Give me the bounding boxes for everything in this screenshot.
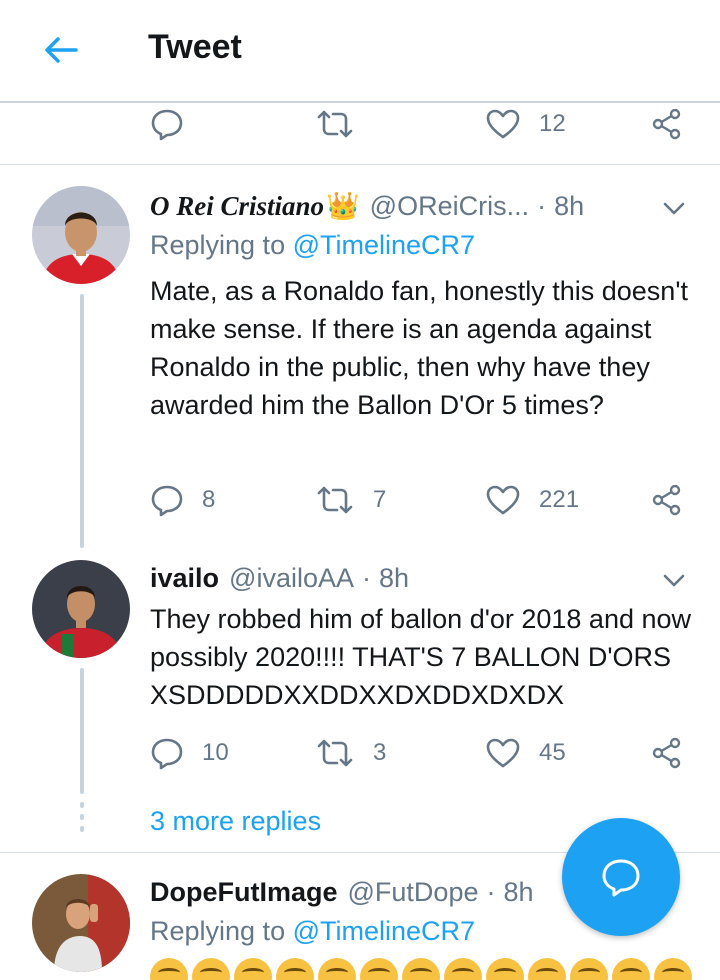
user-handle[interactable]: @OReiCris...	[370, 191, 529, 222]
chevron-down-icon	[663, 574, 685, 587]
heart-icon	[486, 109, 520, 139]
laughing-emoji	[234, 958, 272, 980]
replying-label: Replying to	[150, 230, 286, 260]
top-action-bar: 12	[150, 104, 690, 144]
emoji-row	[150, 958, 692, 980]
tweet-menu-button[interactable]	[660, 566, 688, 594]
share-button[interactable]	[650, 480, 684, 520]
share-icon	[652, 737, 681, 769]
tweet-header: ivailo @ivailoAA · 8h	[150, 558, 409, 598]
crown-emoji: 👑	[326, 191, 360, 221]
retweet-count: 7	[373, 486, 387, 513]
laughing-emoji	[150, 958, 188, 980]
laughing-emoji	[318, 958, 356, 980]
divider	[0, 164, 720, 165]
timestamp[interactable]: 8h	[379, 563, 409, 594]
reply-count: 8	[202, 486, 216, 513]
tweet-action-bar: 10 3 45	[150, 733, 690, 773]
compose-reply-button[interactable]	[562, 818, 680, 936]
share-icon	[652, 108, 681, 140]
laughing-emoji	[612, 958, 650, 980]
user-handle[interactable]: @ivailoAA	[229, 563, 354, 594]
replying-to-link[interactable]: @TimelineCR7	[293, 916, 475, 946]
separator-dot: ·	[537, 190, 547, 221]
heart-icon	[486, 485, 520, 515]
like-button[interactable]: 221	[485, 480, 579, 520]
more-replies-link[interactable]: 3 more replies	[150, 806, 321, 837]
retweet-icon	[317, 110, 353, 138]
avatar[interactable]	[32, 186, 130, 284]
retweet-icon	[317, 739, 353, 767]
display-name[interactable]: DopeFutImage	[150, 877, 338, 908]
heart-icon	[486, 738, 520, 768]
timestamp[interactable]: 8h	[554, 191, 584, 222]
separator-dot: ·	[362, 562, 371, 593]
reply-count: 10	[202, 739, 229, 766]
like-button[interactable]: 12	[485, 104, 566, 144]
retweet-button[interactable]	[315, 104, 355, 144]
tweet-action-bar: 8 7 221	[150, 480, 690, 520]
replying-to-link[interactable]: @TimelineCR7	[293, 230, 475, 260]
chevron-down-icon	[663, 202, 685, 215]
laughing-emoji	[444, 958, 482, 980]
reply-button[interactable]: 8	[150, 480, 215, 520]
laughing-emoji	[654, 958, 692, 980]
laughing-emoji	[402, 958, 440, 980]
like-count: 45	[539, 739, 566, 766]
replying-label: Replying to	[150, 916, 286, 946]
display-name[interactable]: ivailo	[150, 563, 219, 594]
reply-button[interactable]	[150, 104, 184, 144]
laughing-emoji	[486, 958, 524, 980]
reply-icon	[151, 485, 183, 517]
back-button[interactable]	[38, 30, 84, 70]
share-button[interactable]	[650, 733, 684, 773]
avatar[interactable]	[32, 560, 130, 658]
user-handle[interactable]: @FutDope	[348, 877, 479, 908]
retweet-button[interactable]: 7	[315, 480, 386, 520]
reply-icon	[151, 738, 183, 770]
reply-button[interactable]: 10	[150, 733, 229, 773]
laughing-emoji	[276, 958, 314, 980]
laughing-emoji	[192, 958, 230, 980]
retweet-count: 3	[373, 739, 387, 766]
replying-to: Replying to @TimelineCR7	[150, 230, 475, 261]
separator-dot: ·	[486, 876, 496, 907]
like-button[interactable]: 45	[485, 733, 566, 773]
laughing-emoji	[360, 958, 398, 980]
laughing-emoji	[570, 958, 608, 980]
back-arrow-icon	[45, 37, 78, 63]
share-icon	[652, 484, 681, 516]
header-divider	[0, 101, 720, 103]
avatar[interactable]	[32, 874, 130, 972]
replying-to: Replying to @TimelineCR7	[150, 916, 475, 947]
like-count: 12	[539, 110, 566, 137]
thread-dots	[80, 802, 84, 838]
thread-line	[80, 294, 84, 548]
page-title: Tweet	[148, 28, 242, 66]
reply-icon	[151, 109, 183, 141]
retweet-icon	[317, 486, 353, 514]
tweet-header: DopeFutImage @FutDope · 8h	[150, 872, 534, 912]
laughing-emoji	[528, 958, 566, 980]
timestamp[interactable]: 8h	[503, 877, 533, 908]
tweet-text: They robbed him of ballon d'or 2018 and …	[150, 604, 692, 710]
thread-line	[80, 668, 84, 794]
display-name[interactable]: O Rei Cristiano	[150, 191, 324, 222]
tweet-menu-button[interactable]	[660, 194, 688, 222]
tweet-header: O Rei Cristiano 👑 @OReiCris... · 8h	[150, 186, 584, 226]
tweet-text: Mate, as a Ronaldo fan, honestly this do…	[150, 276, 688, 420]
share-button[interactable]	[650, 104, 684, 144]
compose-reply-icon	[602, 859, 640, 897]
like-count: 221	[539, 486, 580, 513]
retweet-button[interactable]: 3	[315, 733, 386, 773]
app-header: Tweet	[0, 0, 720, 102]
